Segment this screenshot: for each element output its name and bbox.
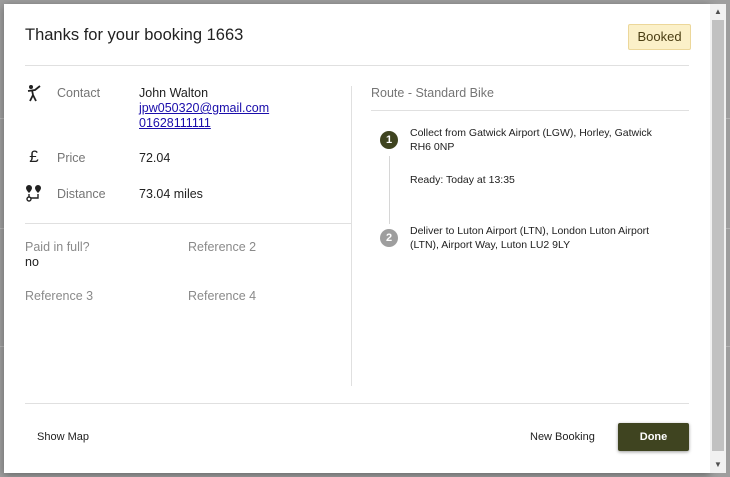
route-divider — [371, 110, 689, 111]
route-step-2-number: 2 — [380, 229, 398, 247]
contact-label: Contact — [57, 86, 101, 100]
scroll-down-icon[interactable]: ▼ — [710, 457, 726, 473]
person-waving-icon — [25, 84, 43, 102]
distance-value: 73.04 miles — [139, 187, 203, 201]
footer-divider — [25, 403, 689, 404]
booking-confirmation-dialog: Thanks for your booking 1663 Booked Cont… — [4, 4, 710, 473]
reference-3-label: Reference 3 — [25, 289, 94, 303]
contact-value: John Walton jpw050320@gmail.com 01628111… — [139, 86, 269, 131]
route-pins-icon — [25, 184, 43, 202]
route-step-connector — [389, 156, 390, 224]
contact-name: John Walton — [139, 86, 209, 100]
pound-icon: £ — [29, 147, 39, 166]
reference-4-label: Reference 4 — [188, 289, 257, 303]
dialog-scrollbar[interactable]: ▲ ▼ — [710, 4, 726, 473]
column-divider — [351, 86, 352, 386]
dialog-title: Thanks for your booking 1663 — [25, 26, 244, 44]
new-booking-button[interactable]: New Booking — [530, 431, 595, 443]
route-step-1-text: Collect from Gatwick Airport (LGW), Horl… — [410, 127, 652, 153]
done-button[interactable]: Done — [618, 423, 689, 451]
status-badge: Booked — [628, 24, 691, 50]
route-title: Route - Standard Bike — [371, 86, 494, 100]
details-divider — [25, 223, 351, 224]
reference-2-label: Reference 2 — [188, 240, 257, 254]
route-step-1-number: 1 — [380, 131, 398, 149]
contact-phone-link[interactable]: 01628111111 — [139, 116, 269, 131]
price-label: Price — [57, 151, 86, 165]
price-value: 72.04 — [139, 151, 171, 165]
scroll-up-icon[interactable]: ▲ — [710, 4, 726, 20]
distance-label: Distance — [57, 187, 106, 201]
paid-in-full-value: no — [25, 255, 39, 269]
route-step-1-ready: Ready: Today at 13:35 — [410, 174, 515, 186]
show-map-button[interactable]: Show Map — [37, 431, 89, 443]
contact-email-link[interactable]: jpw050320@gmail.com — [139, 101, 269, 116]
header-divider — [25, 65, 689, 66]
route-step-2-text: Deliver to Luton Airport (LTN), London L… — [410, 225, 650, 251]
scrollbar-thumb[interactable] — [712, 20, 724, 451]
paid-in-full-label: Paid in full? — [25, 240, 90, 254]
